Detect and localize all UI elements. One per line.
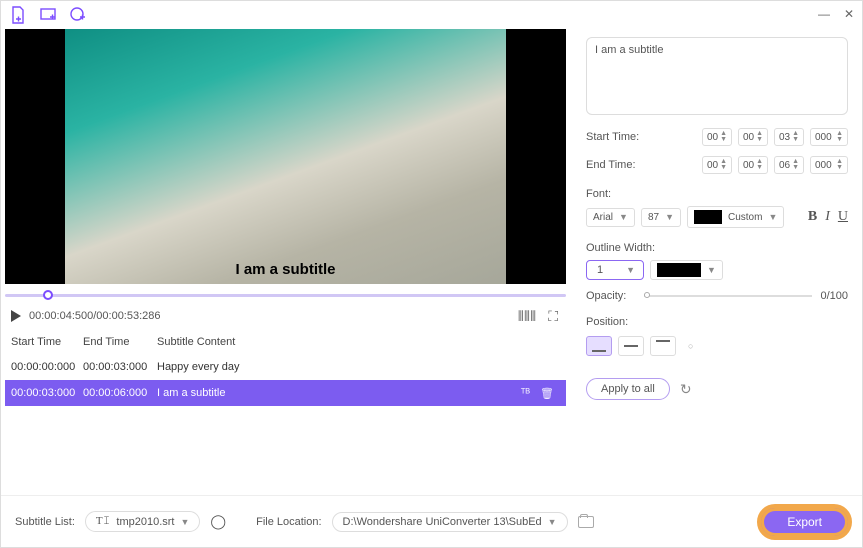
subtitle-list-label: Subtitle List:: [15, 516, 75, 528]
outline-width-select[interactable]: 1▼: [586, 260, 644, 280]
start-mm-input[interactable]: 00▲▼: [738, 128, 768, 146]
start-ms-input[interactable]: 000▲▼: [810, 128, 848, 146]
cell-end: 00:00:03:000: [83, 361, 157, 373]
subtitle-table-header: Start Time End Time Subtitle Content: [5, 330, 566, 354]
end-time-label: End Time:: [586, 159, 646, 171]
italic-button[interactable]: I: [825, 209, 830, 225]
position-slider-thumb-icon[interactable]: ○: [688, 341, 693, 351]
position-label: Position:: [586, 316, 848, 328]
apply-to-all-button[interactable]: Apply to all: [586, 378, 670, 400]
title-bar: — ✕: [1, 1, 862, 29]
color-swatch-icon: [694, 210, 722, 224]
opacity-label: Opacity:: [586, 290, 636, 302]
subtitle-file-select[interactable]: T𝙸 tmp2010.srt ▼: [85, 511, 201, 532]
fullscreen-icon[interactable]: ⛶: [548, 308, 558, 325]
table-row[interactable]: 00:00:00:000 00:00:03:000 Happy every da…: [5, 354, 566, 380]
end-ss-input[interactable]: 06▲▼: [774, 156, 804, 174]
start-hh-input[interactable]: 00▲▼: [702, 128, 732, 146]
waveform-icon[interactable]: ⦀⦀⦀: [518, 308, 536, 325]
position-middle-button[interactable]: [618, 336, 644, 356]
start-time-label: Start Time:: [586, 131, 646, 143]
opacity-slider[interactable]: [644, 295, 812, 297]
subtitle-text-input[interactable]: I am a subtitle: [586, 37, 848, 115]
col-end-header: End Time: [83, 336, 157, 348]
export-button[interactable]: Export: [761, 508, 848, 536]
open-folder-icon[interactable]: [578, 516, 594, 528]
cell-start: 00:00:00:000: [11, 361, 83, 373]
end-ms-input[interactable]: 000▲▼: [810, 156, 848, 174]
underline-button[interactable]: U: [838, 209, 848, 225]
delete-icon[interactable]: 🗑: [540, 387, 554, 400]
subtitle-overlay: I am a subtitle: [235, 261, 335, 278]
font-family-select[interactable]: Arial▼: [586, 208, 635, 227]
bottom-bar: Subtitle List: T𝙸 tmp2010.srt ▼ ◯ File L…: [1, 495, 862, 547]
time-display: 00:00:04:500/00:00:53:286: [29, 310, 161, 322]
cell-start: 00:00:03:000: [11, 387, 83, 399]
font-color-select[interactable]: Custom▼: [687, 206, 784, 228]
start-ss-input[interactable]: 03▲▼: [774, 128, 804, 146]
file-location-label: File Location:: [256, 516, 321, 528]
end-mm-input[interactable]: 00▲▼: [738, 156, 768, 174]
col-content-header: Subtitle Content: [157, 336, 560, 348]
play-button[interactable]: [11, 310, 21, 322]
font-size-select[interactable]: 87▼: [641, 208, 681, 227]
reset-icon[interactable]: ↻: [680, 381, 692, 398]
minimize-button[interactable]: —: [818, 7, 830, 21]
position-bottom-button[interactable]: [586, 336, 612, 356]
font-label: Font:: [586, 188, 848, 200]
cell-end: 00:00:06:000: [83, 387, 157, 399]
add-screen-icon[interactable]: [39, 6, 57, 24]
cell-content: Happy every day: [157, 361, 560, 373]
search-subtitle-icon[interactable]: ◯: [210, 513, 226, 530]
end-hh-input[interactable]: 00▲▼: [702, 156, 732, 174]
outline-color-select[interactable]: ▼: [650, 260, 723, 280]
opacity-value: 0/100: [820, 290, 848, 302]
outline-width-label: Outline Width:: [586, 242, 848, 254]
file-location-select[interactable]: D:\Wondershare UniConverter 13\SubEd▼: [332, 512, 568, 532]
color-swatch-icon: [657, 263, 701, 277]
close-button[interactable]: ✕: [844, 7, 854, 21]
bold-button[interactable]: B: [808, 209, 817, 225]
add-file-icon[interactable]: [9, 6, 27, 24]
col-start-header: Start Time: [11, 336, 83, 348]
timeline-scrubber[interactable]: [5, 290, 566, 302]
table-row[interactable]: 00:00:03:000 00:00:06:000 I am a subtitl…: [5, 380, 566, 406]
video-preview[interactable]: I am a subtitle: [5, 29, 566, 284]
cell-content: I am a subtitle: [157, 387, 521, 399]
add-url-icon[interactable]: [69, 6, 87, 24]
position-top-button[interactable]: [650, 336, 676, 356]
translate-icon[interactable]: ᵀᴮ: [521, 387, 530, 400]
